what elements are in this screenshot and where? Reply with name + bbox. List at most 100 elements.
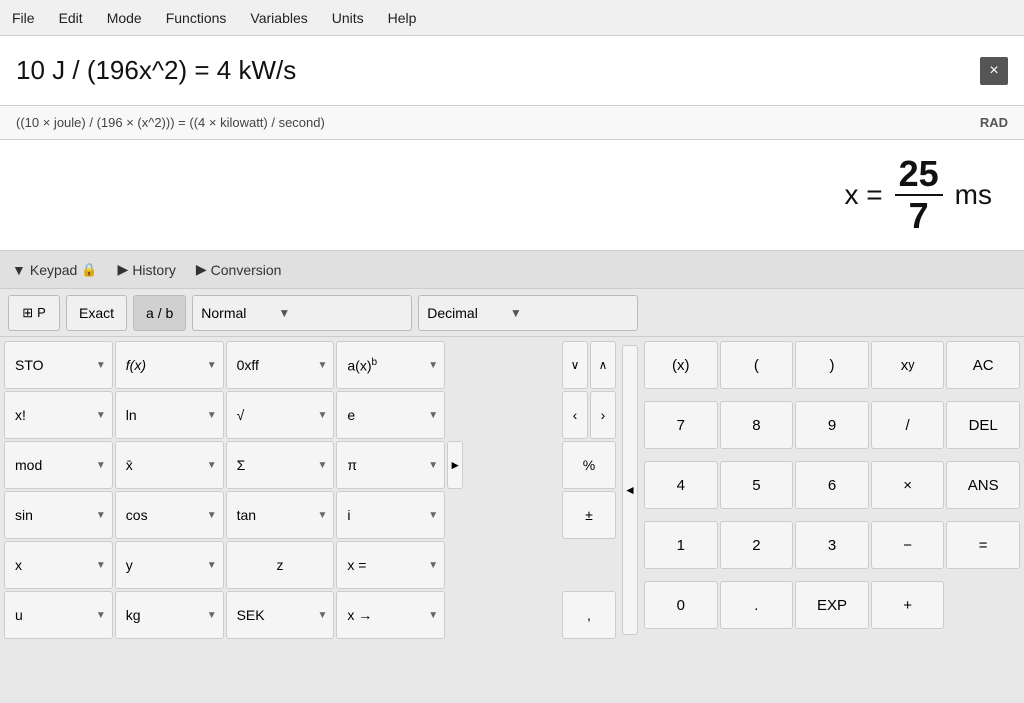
key-nav-right[interactable]: › bbox=[590, 391, 616, 439]
key-empty-r5c5 bbox=[447, 541, 556, 589]
key-equals[interactable]: = bbox=[946, 521, 1020, 569]
key-e[interactable]: e▼ bbox=[336, 391, 445, 439]
key-close-paren[interactable]: ) bbox=[795, 341, 869, 389]
decimal-dropdown-arrow: ▼ bbox=[510, 306, 522, 320]
key-sto[interactable]: STO▼ bbox=[4, 341, 113, 389]
menu-units[interactable]: Units bbox=[328, 8, 368, 28]
key-xbar[interactable]: x̄▼ bbox=[115, 441, 224, 489]
key-dot[interactable]: . bbox=[720, 581, 794, 629]
key-y[interactable]: y▼ bbox=[115, 541, 224, 589]
secondary-expression-bar: ((10 × joule) / (196 × (x^2))) = ((4 × k… bbox=[0, 106, 1024, 140]
mode-bar: ⊞ P Exact a / b Normal ▼ Decimal ▼ bbox=[0, 289, 1024, 337]
conversion-toggle[interactable]: ▶ Conversion bbox=[196, 261, 282, 278]
menu-functions[interactable]: Functions bbox=[162, 8, 231, 28]
key-tan[interactable]: tan▼ bbox=[226, 491, 335, 539]
key-x[interactable]: x▼ bbox=[4, 541, 113, 589]
keys-left: STO▼ f(x)▼ 0xff▼ a(x)b▼ x!▼ ln▼ √▼ e▼ mo… bbox=[0, 337, 560, 643]
keypad-arrow: ▼ bbox=[12, 262, 26, 278]
menu-edit[interactable]: Edit bbox=[55, 8, 87, 28]
keypad-header: ▼ Keypad 🔒 ▶ History ▶ Conversion bbox=[0, 251, 1024, 289]
decimal-dropdown[interactable]: Decimal ▼ bbox=[418, 295, 638, 331]
conversion-label: Conversion bbox=[211, 262, 282, 278]
key-0[interactable]: 0 bbox=[644, 581, 718, 629]
key-i[interactable]: i▼ bbox=[336, 491, 445, 539]
key-empty-r6c5 bbox=[447, 591, 556, 639]
key-parens-x[interactable]: (x) bbox=[644, 341, 718, 389]
key-5[interactable]: 5 bbox=[720, 461, 794, 509]
key-nav-left[interactable]: ‹ bbox=[562, 391, 588, 439]
grid-icon: ⊞ bbox=[22, 305, 33, 321]
key-empty-r4c5 bbox=[447, 491, 556, 539]
key-empty-r2c5 bbox=[447, 391, 556, 439]
key-open-paren[interactable]: ( bbox=[720, 341, 794, 389]
key-comma[interactable]: , bbox=[562, 591, 616, 639]
ab-button[interactable]: a / b bbox=[133, 295, 186, 331]
key-nav-down[interactable]: ∨ bbox=[562, 341, 588, 389]
key-7[interactable]: 7 bbox=[644, 401, 718, 449]
key-sqrt[interactable]: √▼ bbox=[226, 391, 335, 439]
history-arrow: ▶ bbox=[118, 261, 129, 278]
result-area: x = 25 7 ms bbox=[0, 140, 1024, 251]
key-pi[interactable]: π▼ bbox=[336, 441, 445, 489]
key-axb[interactable]: a(x)b▼ bbox=[336, 341, 445, 389]
keypad-toggle[interactable]: ▼ Keypad 🔒 bbox=[12, 262, 98, 278]
key-xarrow[interactable]: x →▼ bbox=[336, 591, 445, 639]
keypad-label: Keypad bbox=[30, 262, 77, 278]
normal-dropdown[interactable]: Normal ▼ bbox=[192, 295, 412, 331]
p-button[interactable]: ⊞ P bbox=[8, 295, 60, 331]
menubar: File Edit Mode Functions Variables Units… bbox=[0, 0, 1024, 36]
key-multiply[interactable]: × bbox=[871, 461, 945, 509]
p-label: P bbox=[37, 305, 46, 320]
clear-button[interactable]: × bbox=[980, 57, 1008, 85]
key-empty-mid-r5 bbox=[562, 541, 616, 589]
history-toggle[interactable]: ▶ History bbox=[118, 261, 176, 278]
key-del[interactable]: DEL bbox=[946, 401, 1020, 449]
conversion-arrow: ▶ bbox=[196, 261, 207, 278]
keys-right: (x) ( ) xy AC 7 8 9 / DEL 4 5 6 × ANS 1 … bbox=[640, 337, 1024, 643]
keypad-main: STO▼ f(x)▼ 0xff▼ a(x)b▼ x!▼ ln▼ √▼ e▼ mo… bbox=[0, 337, 1024, 643]
menu-help[interactable]: Help bbox=[384, 8, 421, 28]
key-xfact[interactable]: x!▼ bbox=[4, 391, 113, 439]
key-ans[interactable]: ANS bbox=[946, 461, 1020, 509]
secondary-expression: ((10 × joule) / (196 × (x^2))) = ((4 × k… bbox=[16, 115, 325, 130]
key-nav-up[interactable]: ∧ bbox=[590, 341, 616, 389]
key-plusminus[interactable]: ± bbox=[562, 491, 616, 539]
key-ln[interactable]: ln▼ bbox=[115, 391, 224, 439]
key-plus[interactable]: + bbox=[871, 581, 945, 629]
input-expression[interactable]: 10 J / (196x^2) = 4 kW/s bbox=[16, 55, 980, 86]
key-xy[interactable]: xy bbox=[871, 341, 945, 389]
key-ac[interactable]: AC bbox=[946, 341, 1020, 389]
key-minus[interactable]: − bbox=[871, 521, 945, 569]
key-9[interactable]: 9 bbox=[795, 401, 869, 449]
input-area: 10 J / (196x^2) = 4 kW/s × bbox=[0, 36, 1024, 106]
key-cos[interactable]: cos▼ bbox=[115, 491, 224, 539]
key-sek[interactable]: SEK▼ bbox=[226, 591, 335, 639]
key-8[interactable]: 8 bbox=[720, 401, 794, 449]
key-u[interactable]: u▼ bbox=[4, 591, 113, 639]
key-sin[interactable]: sin▼ bbox=[4, 491, 113, 539]
key-6[interactable]: 6 bbox=[795, 461, 869, 509]
key-z[interactable]: z bbox=[226, 541, 335, 589]
result-denominator: 7 bbox=[905, 196, 933, 234]
decimal-label: Decimal bbox=[427, 305, 478, 321]
key-expand-right[interactable]: ► bbox=[447, 441, 463, 489]
key-0xff[interactable]: 0xff▼ bbox=[226, 341, 335, 389]
exact-button[interactable]: Exact bbox=[66, 295, 127, 331]
key-4[interactable]: 4 bbox=[644, 461, 718, 509]
key-2[interactable]: 2 bbox=[720, 521, 794, 569]
key-1[interactable]: 1 bbox=[644, 521, 718, 569]
key-exp[interactable]: EXP bbox=[795, 581, 869, 629]
key-percent[interactable]: % bbox=[562, 441, 616, 489]
key-sigma[interactable]: Σ▼ bbox=[226, 441, 335, 489]
key-3[interactable]: 3 bbox=[795, 521, 869, 569]
key-kg[interactable]: kg▼ bbox=[115, 591, 224, 639]
menu-file[interactable]: File bbox=[8, 8, 39, 28]
key-divide[interactable]: / bbox=[871, 401, 945, 449]
normal-label: Normal bbox=[201, 305, 246, 321]
key-fx[interactable]: f(x)▼ bbox=[115, 341, 224, 389]
key-mod[interactable]: mod▼ bbox=[4, 441, 113, 489]
menu-mode[interactable]: Mode bbox=[103, 8, 146, 28]
key-collapse-left[interactable]: ◄ bbox=[622, 345, 638, 635]
key-xeq[interactable]: x =▼ bbox=[336, 541, 445, 589]
menu-variables[interactable]: Variables bbox=[246, 8, 311, 28]
